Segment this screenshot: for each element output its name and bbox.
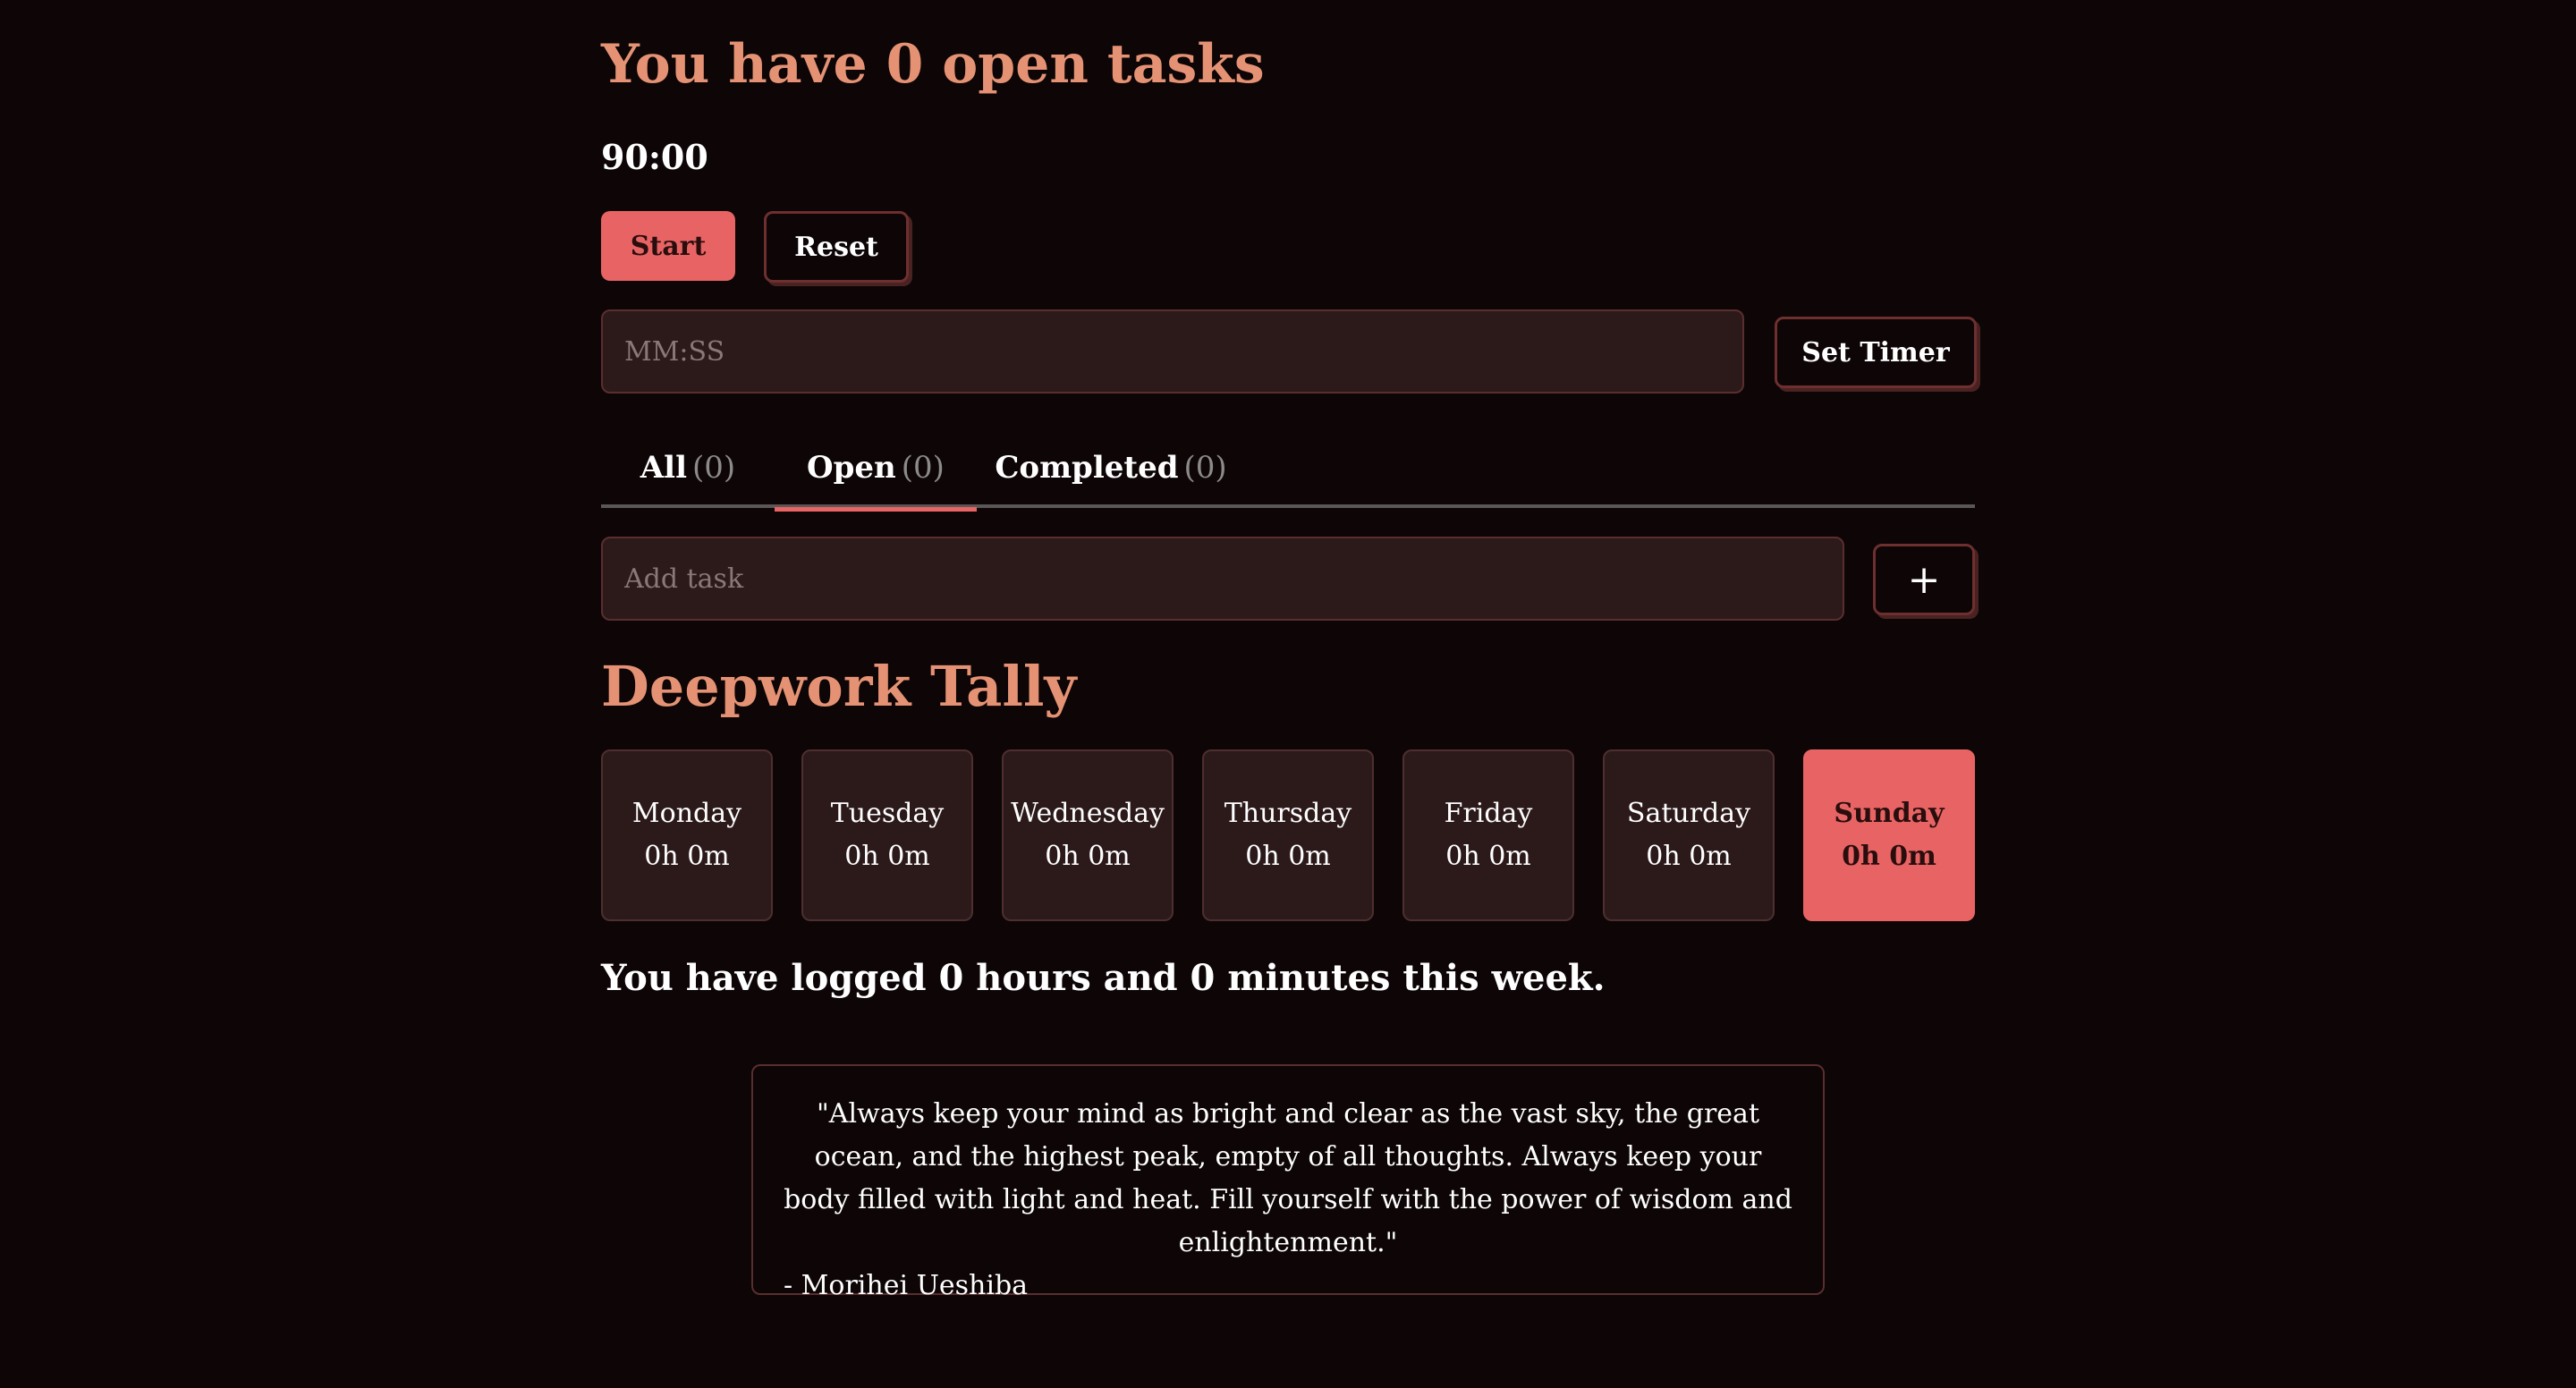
- quote-author: - Morihei Ueshiba: [784, 1270, 1029, 1301]
- tab-completed-count: (0): [1183, 450, 1227, 486]
- day-name: Saturday: [1626, 798, 1751, 829]
- day-time: 0h 0m: [1842, 841, 1936, 872]
- tab-completed-label: Completed: [995, 450, 1179, 486]
- start-button[interactable]: Start: [601, 211, 735, 281]
- day-card-tuesday: Tuesday 0h 0m: [801, 749, 973, 921]
- day-card-thursday: Thursday 0h 0m: [1202, 749, 1374, 921]
- tab-all[interactable]: All (0): [601, 427, 775, 508]
- task-filter-tabs: All (0) Open (0) Completed (0): [601, 427, 1975, 512]
- day-time: 0h 0m: [844, 841, 930, 872]
- day-time: 0h 0m: [1646, 841, 1732, 872]
- tab-open-count: (0): [901, 450, 945, 486]
- day-name: Thursday: [1224, 798, 1352, 829]
- tab-open[interactable]: Open (0): [775, 427, 977, 512]
- day-time: 0h 0m: [1445, 841, 1531, 872]
- timer-display: 90:00: [601, 137, 708, 177]
- add-task-input[interactable]: [601, 537, 1844, 621]
- day-card-friday: Friday 0h 0m: [1402, 749, 1574, 921]
- day-name: Friday: [1444, 798, 1533, 829]
- app-container: You have 0 open tasks 90:00 Start Reset …: [601, 0, 1977, 1388]
- tab-all-count: (0): [692, 450, 736, 486]
- day-card-sunday: Sunday 0h 0m: [1803, 749, 1975, 921]
- add-task-button[interactable]: +: [1873, 544, 1975, 615]
- day-time: 0h 0m: [1045, 841, 1131, 872]
- weekly-summary: You have logged 0 hours and 0 minutes th…: [601, 957, 1606, 999]
- day-name: Sunday: [1834, 798, 1945, 829]
- timer-input[interactable]: [601, 309, 1744, 394]
- quote-box: "Always keep your mind as bright and cle…: [751, 1064, 1825, 1301]
- tab-open-label: Open: [807, 450, 896, 486]
- day-card-wednesday: Wednesday 0h 0m: [1002, 749, 1174, 921]
- day-card-saturday: Saturday 0h 0m: [1603, 749, 1775, 921]
- day-name: Tuesday: [830, 798, 945, 829]
- day-name: Wednesday: [1011, 798, 1165, 829]
- reset-button[interactable]: Reset: [764, 211, 909, 283]
- tab-completed[interactable]: Completed (0): [977, 427, 1245, 508]
- day-card-monday: Monday 0h 0m: [601, 749, 773, 921]
- day-name: Monday: [631, 798, 742, 829]
- quote-text: "Always keep your mind as bright and cle…: [784, 1098, 1792, 1258]
- day-time: 0h 0m: [644, 841, 730, 872]
- deepwork-tally-heading: Deepwork Tally: [601, 654, 1077, 719]
- set-timer-button[interactable]: Set Timer: [1775, 317, 1977, 388]
- day-time: 0h 0m: [1245, 841, 1331, 872]
- tab-all-label: All: [640, 450, 688, 486]
- open-tasks-heading: You have 0 open tasks: [601, 33, 1265, 96]
